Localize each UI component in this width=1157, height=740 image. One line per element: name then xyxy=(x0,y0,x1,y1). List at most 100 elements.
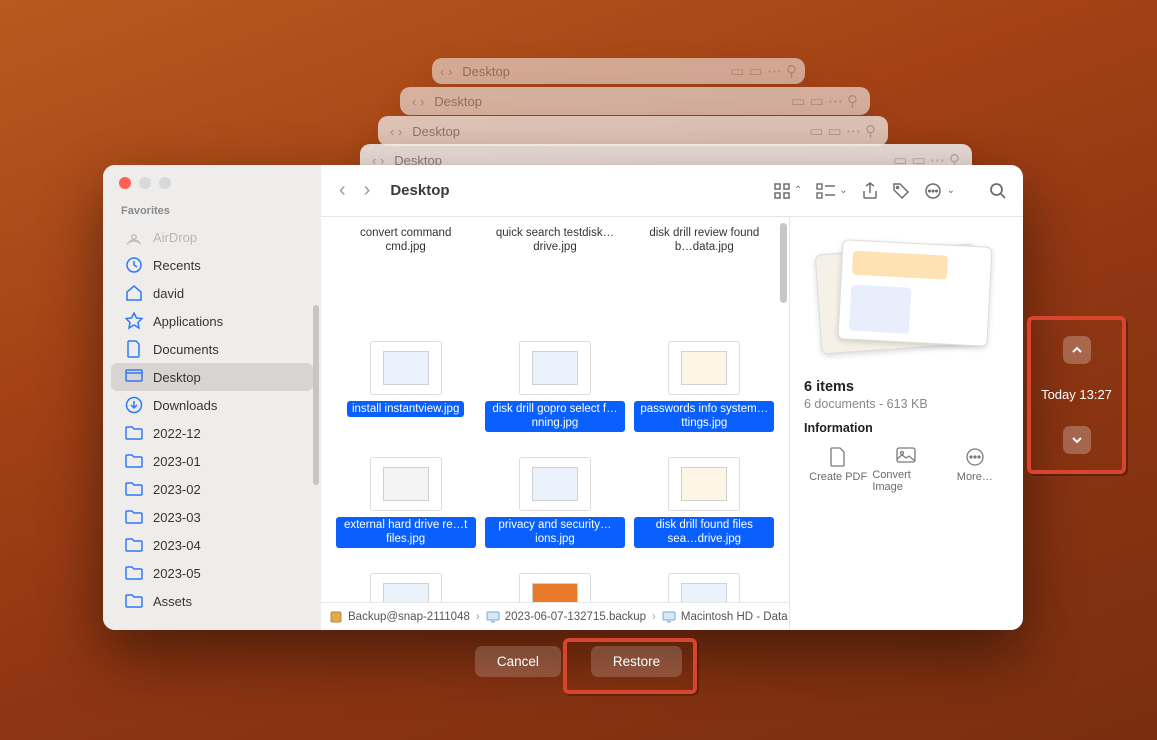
sidebar-item-documents[interactable]: Documents xyxy=(111,335,313,363)
path-bar: Backup@snap-2111048›2023-06-07-132715.ba… xyxy=(321,602,789,630)
sidebar-item-label: 2023-01 xyxy=(153,454,201,469)
file-item[interactable]: privacy and security…ions.jpg xyxy=(480,455,629,571)
home-icon xyxy=(125,284,143,302)
more-icon xyxy=(965,447,985,467)
sidebar-item-label: Downloads xyxy=(153,398,217,413)
file-grid: convert command cmd.jpgquick search test… xyxy=(321,217,789,602)
path-segment[interactable]: Backup@snap-2111048 xyxy=(329,610,470,624)
preview-pane: 6 items 6 documents - 613 KB Information… xyxy=(789,217,1023,630)
preview-subtitle: 6 documents - 613 KB xyxy=(804,397,1009,411)
folder-icon xyxy=(125,592,143,610)
sidebar-item-2023-01[interactable]: 2023-01 xyxy=(111,447,313,475)
convert-image-action[interactable]: Convert Image xyxy=(872,447,940,493)
stacked-title: Desktop xyxy=(462,64,510,79)
tag-button[interactable] xyxy=(892,182,910,200)
sidebar-item-2023-04[interactable]: 2023-04 xyxy=(111,531,313,559)
share-button[interactable] xyxy=(862,182,878,200)
search-button[interactable] xyxy=(989,182,1007,200)
file-label: external hard drive re…t files.jpg xyxy=(336,517,476,548)
file-item[interactable]: search for lost data dis…age.jpg xyxy=(331,571,480,602)
main-area: ‹ › Desktop ⌃ ⌄ ⌄ xyxy=(321,165,1023,630)
cancel-button[interactable]: Cancel xyxy=(475,646,561,677)
sidebar-scrollbar[interactable] xyxy=(313,305,319,485)
finder-window: Favorites AirDropRecentsdavidApplication… xyxy=(103,165,1023,630)
window-title: Desktop xyxy=(390,182,449,199)
desktop-icon xyxy=(125,368,143,386)
sidebar-item-desktop[interactable]: Desktop xyxy=(111,363,313,391)
close-dot[interactable] xyxy=(119,177,131,189)
file-item[interactable]: external hard drive re…t files.jpg xyxy=(331,455,480,571)
action-button[interactable]: ⌄ xyxy=(924,182,955,200)
stacked-title: Desktop xyxy=(434,94,482,109)
group-button[interactable]: ⌄ xyxy=(816,183,847,199)
back-button[interactable]: ‹ xyxy=(337,179,348,202)
time-scrubber: Today 13:27 xyxy=(1027,316,1126,474)
stacked-window-1: ‹ ›Desktop ▭ ▭ ⋯ ⚲ xyxy=(400,87,870,115)
preview-title: 6 items xyxy=(804,379,1009,395)
sidebar-item-assets[interactable]: Assets xyxy=(111,587,313,615)
file-item[interactable]: disk drill review found b…data.jpg xyxy=(630,223,779,339)
file-thumbnail xyxy=(519,573,591,602)
file-label: disk drill gopro select f…nning.jpg xyxy=(485,401,625,432)
file-label: convert command cmd.jpg xyxy=(336,225,476,256)
hdd-icon xyxy=(329,610,343,624)
view-icon-button[interactable]: ⌃ xyxy=(773,182,802,200)
file-item[interactable]: elpy.jpg xyxy=(480,571,629,602)
file-thumbnail xyxy=(519,457,591,511)
sidebar-item-david[interactable]: david xyxy=(111,279,313,307)
path-segment[interactable]: Macintosh HD - Data xyxy=(662,610,788,624)
sidebar-item-label: AirDrop xyxy=(153,230,197,245)
file-item[interactable]: install instantview.jpg xyxy=(331,339,480,455)
sidebar-item-label: Applications xyxy=(153,314,223,329)
path-segment[interactable]: 2023-06-07-132715.backup xyxy=(486,610,646,624)
time-down-button[interactable] xyxy=(1063,426,1091,454)
toolbar: ‹ › Desktop ⌃ ⌄ ⌄ xyxy=(321,165,1023,217)
folder-icon xyxy=(125,536,143,554)
grid-scrollbar[interactable] xyxy=(780,223,787,303)
folder-icon xyxy=(125,508,143,526)
sidebar: Favorites AirDropRecentsdavidApplication… xyxy=(103,165,321,630)
file-item[interactable]: passwords info system…ttings.jpg xyxy=(630,339,779,455)
time-label: Today 13:27 xyxy=(1041,387,1112,403)
file-thumbnail xyxy=(370,457,442,511)
clock-icon xyxy=(125,256,143,274)
more-action[interactable]: More… xyxy=(941,447,1009,493)
stacked-window-0: ‹ ›Desktop ▭ ▭ ⋯ ⚲ xyxy=(432,58,805,84)
sidebar-item-label: Desktop xyxy=(153,370,201,385)
time-up-button[interactable] xyxy=(1063,336,1091,364)
sidebar-item-applications[interactable]: Applications xyxy=(111,307,313,335)
stacked-window-2: ‹ ›Desktop ▭ ▭ ⋯ ⚲ xyxy=(378,116,888,146)
sidebar-item-label: 2023-02 xyxy=(153,482,201,497)
sidebar-item-2022-12[interactable]: 2022-12 xyxy=(111,419,313,447)
file-item[interactable]: disk drill scan sd card canon.jpg xyxy=(630,571,779,602)
minimize-dot[interactable] xyxy=(139,177,151,189)
doc-icon xyxy=(125,340,143,358)
sidebar-item-2023-03[interactable]: 2023-03 xyxy=(111,503,313,531)
sidebar-item-recents[interactable]: Recents xyxy=(111,251,313,279)
forward-button[interactable]: › xyxy=(362,179,373,202)
create-pdf-action[interactable]: Create PDF xyxy=(804,447,872,493)
stacked-title: Desktop xyxy=(412,124,460,139)
file-item[interactable]: disk drill found files sea…drive.jpg xyxy=(630,455,779,571)
folder-icon xyxy=(125,424,143,442)
sidebar-item-2023-05[interactable]: 2023-05 xyxy=(111,559,313,587)
zoom-dot[interactable] xyxy=(159,177,171,189)
sidebar-item-airdrop[interactable]: AirDrop xyxy=(111,223,313,251)
file-item[interactable]: convert command cmd.jpg xyxy=(331,223,480,339)
sidebar-item-2023-02[interactable]: 2023-02 xyxy=(111,475,313,503)
dsk-icon xyxy=(486,610,500,624)
airdrop-icon xyxy=(125,228,143,246)
restore-highlight xyxy=(563,638,697,694)
file-thumbnail xyxy=(370,341,442,395)
folder-icon xyxy=(125,564,143,582)
file-thumbnail xyxy=(519,341,591,395)
file-label: privacy and security…ions.jpg xyxy=(485,517,625,548)
file-item[interactable]: disk drill gopro select f…nning.jpg xyxy=(480,339,629,455)
folder-icon xyxy=(125,480,143,498)
file-item[interactable]: quick search testdisk…drive.jpg xyxy=(480,223,629,339)
dsk-icon xyxy=(662,610,676,624)
file-grid-area: convert command cmd.jpgquick search test… xyxy=(321,217,789,630)
image-icon xyxy=(896,447,916,465)
sidebar-item-downloads[interactable]: Downloads xyxy=(111,391,313,419)
file-label: install instantview.jpg xyxy=(347,401,464,417)
